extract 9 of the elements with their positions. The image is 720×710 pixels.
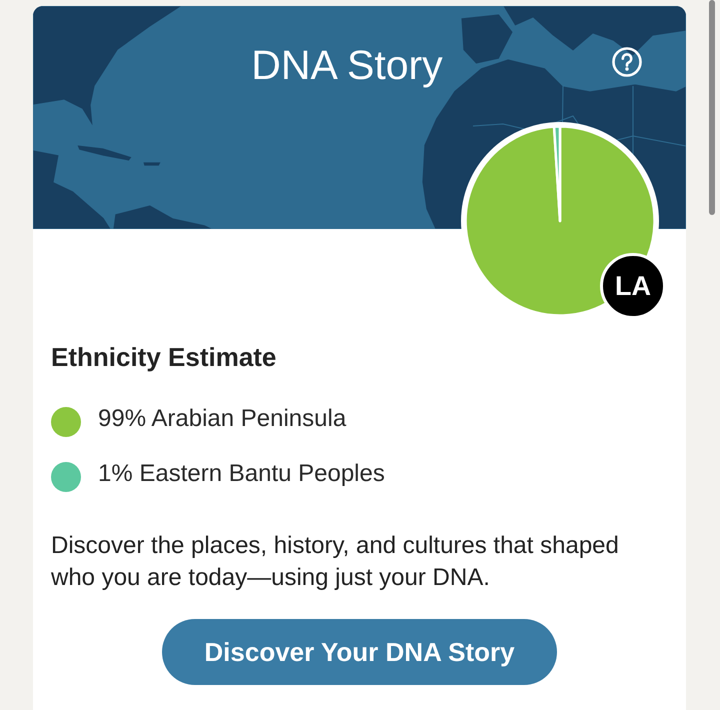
- page-title: DNA Story: [251, 44, 443, 86]
- discover-button[interactable]: Discover Your DNA Story: [162, 619, 557, 685]
- section-heading: Ethnicity Estimate: [51, 342, 276, 373]
- profile-avatar: LA: [600, 253, 666, 319]
- scrollbar-thumb[interactable]: [709, 0, 715, 215]
- help-icon[interactable]: [612, 47, 642, 77]
- legend-label: 1% Eastern Bantu Peoples: [98, 459, 385, 489]
- legend-label: 99% Arabian Peninsula: [98, 404, 346, 434]
- description-text: Discover the places, history, and cultures that shaped who you are today—using just your DNA.: [51, 531, 620, 593]
